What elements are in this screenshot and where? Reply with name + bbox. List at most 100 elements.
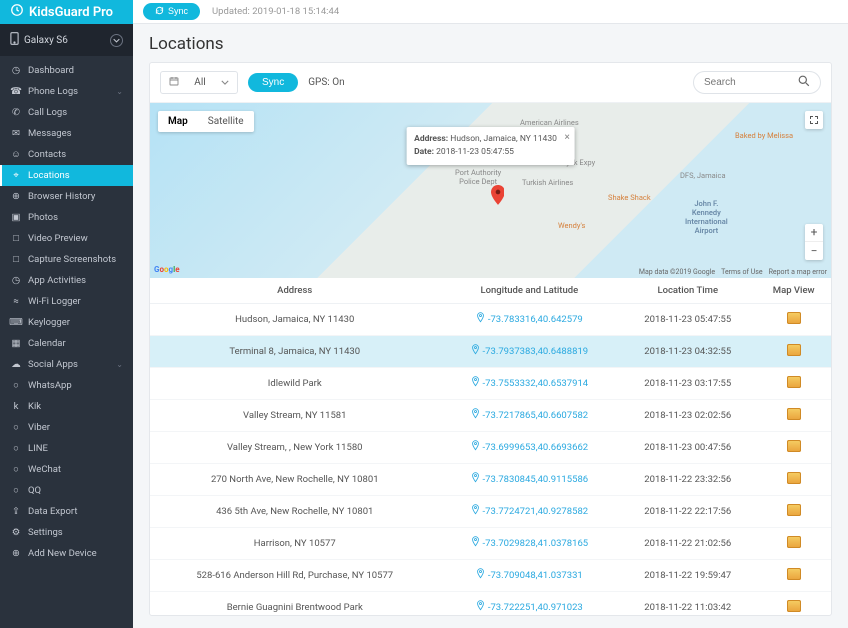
cell-coords: -73.783316,40.642579 xyxy=(439,303,619,335)
google-logo: Google xyxy=(154,265,180,274)
sidebar-item-add-new-device[interactable]: ⊕Add New Device xyxy=(0,543,133,564)
coord-link[interactable]: -73.7029828,41.0378165 xyxy=(471,536,589,550)
coord-link[interactable]: -73.783316,40.642579 xyxy=(476,312,583,326)
device-selector[interactable]: Galaxy S6 xyxy=(0,24,133,56)
sidebar-item-label: Photos xyxy=(28,212,58,223)
info-address-value: Hudson, Jamaica, NY 11430 xyxy=(450,134,557,144)
sidebar-item-label: Messages xyxy=(28,128,72,139)
map-view-icon[interactable] xyxy=(787,504,801,516)
sidebar-item-contacts[interactable]: ☺Contacts xyxy=(0,144,133,165)
sidebar-item-call-logs[interactable]: ✆Call Logs xyxy=(0,102,133,123)
coord-link[interactable]: -73.6999653,40.6693662 xyxy=(471,440,589,454)
coord-link[interactable]: -73.722251,40.971023 xyxy=(476,600,583,614)
sidebar-item-capture-screenshots[interactable]: □Capture Screenshots xyxy=(0,249,133,270)
brand: KidsGuard Pro xyxy=(0,0,133,24)
cell-address: Idlewild Park xyxy=(150,367,439,399)
message-icon: ✉ xyxy=(10,128,22,139)
sidebar-item-photos[interactable]: ▣Photos xyxy=(0,207,133,228)
brand-logo-icon xyxy=(10,3,24,21)
sidebar-item-calendar[interactable]: ▦Calendar xyxy=(0,333,133,354)
cell-coords: -73.7553332,40.6537914 xyxy=(439,367,619,399)
map-marker-icon[interactable] xyxy=(491,185,505,199)
zoom-out-button[interactable]: − xyxy=(805,242,823,260)
sidebar-item-app-activities[interactable]: ◷App Activities xyxy=(0,270,133,291)
sidebar-item-wifi-logger[interactable]: ≈Wi-Fi Logger xyxy=(0,291,133,312)
sidebar-item-whatsapp[interactable]: ○WhatsApp xyxy=(0,375,133,396)
cell-coords: -73.7217865,40.6607582 xyxy=(439,399,619,431)
table-row[interactable]: 436 5th Ave, New Rochelle, NY 10801-73.7… xyxy=(150,495,831,527)
cell-address: Bernie Guagnini Brentwood Park xyxy=(150,591,439,616)
sidebar-item-browser-history[interactable]: ⊕Browser History xyxy=(0,186,133,207)
col-time: Location Time xyxy=(619,278,756,304)
cell-address: Valley Stream, NY 11581 xyxy=(150,399,439,431)
sidebar-item-locations[interactable]: ⌖Locations xyxy=(0,165,133,186)
map-view-icon[interactable] xyxy=(787,312,801,324)
sidebar-item-social-apps[interactable]: ☁Social Apps⌄ xyxy=(0,354,133,375)
search-input[interactable] xyxy=(704,77,790,88)
sidebar-item-kik[interactable]: kKik xyxy=(0,396,133,417)
table-row[interactable]: Terminal 8, Jamaica, NY 11430-73.7937383… xyxy=(150,335,831,367)
map-view-icon[interactable] xyxy=(787,440,801,452)
sidebar-item-label: Data Export xyxy=(28,506,77,517)
table-row[interactable]: 528-616 Anderson Hill Rd, Purchase, NY 1… xyxy=(150,559,831,591)
sidebar-item-video-preview[interactable]: □Video Preview xyxy=(0,228,133,249)
chevron-down-icon: ⌄ xyxy=(116,87,123,96)
coord-link[interactable]: -73.7217865,40.6607582 xyxy=(471,408,589,422)
info-date-value: 2018-11-23 05:47:55 xyxy=(436,147,514,157)
map-view-icon[interactable] xyxy=(787,600,801,612)
col-address: Address xyxy=(150,278,439,304)
map-canvas[interactable]: Map Satellite + − American Airlines Van … xyxy=(150,103,831,278)
sidebar-item-keylogger[interactable]: ⌨Keylogger xyxy=(0,312,133,333)
table-row[interactable]: Valley Stream, , New York 11580-73.69996… xyxy=(150,431,831,463)
sidebar-item-settings[interactable]: ⚙Settings xyxy=(0,522,133,543)
table-row[interactable]: Harrison, NY 10577-73.7029828,41.0378165… xyxy=(150,527,831,559)
coord-link[interactable]: -73.7553332,40.6537914 xyxy=(471,376,589,390)
cell-mapview xyxy=(756,431,831,463)
map-view-icon[interactable] xyxy=(787,344,801,356)
table-row[interactable]: Hudson, Jamaica, NY 11430-73.783316,40.6… xyxy=(150,303,831,335)
sync-button-panel[interactable]: Sync xyxy=(248,73,298,92)
phone-icon: ☎ xyxy=(10,86,22,97)
date-filter[interactable]: All xyxy=(160,71,238,94)
line-icon: ○ xyxy=(10,443,22,454)
map-view-icon[interactable] xyxy=(787,408,801,420)
zoom-in-button[interactable]: + xyxy=(805,224,823,242)
sidebar: KidsGuard Pro Galaxy S6 ◷Dashboard☎Phone… xyxy=(0,0,133,628)
sidebar-item-label: Capture Screenshots xyxy=(28,254,116,265)
map-tab-satellite[interactable]: Satellite xyxy=(198,111,254,132)
sidebar-item-qq[interactable]: ○QQ xyxy=(0,480,133,501)
coord-link[interactable]: -73.7937383,40.6488819 xyxy=(471,344,589,358)
sidebar-item-label: Keylogger xyxy=(28,317,70,328)
fullscreen-button[interactable] xyxy=(805,111,823,129)
close-icon[interactable]: × xyxy=(565,130,570,145)
sidebar-item-messages[interactable]: ✉ Messages xyxy=(0,123,133,144)
map-view-icon[interactable] xyxy=(787,472,801,484)
col-coords: Longitude and Latitude xyxy=(439,278,619,304)
sidebar-item-data-export[interactable]: ⇪Data Export xyxy=(0,501,133,522)
table-row[interactable]: 270 North Ave, New Rochelle, NY 10801-73… xyxy=(150,463,831,495)
sidebar-item-phone-logs[interactable]: ☎Phone Logs⌄ xyxy=(0,81,133,102)
table-row[interactable]: Idlewild Park-73.7553332,40.65379142018-… xyxy=(150,367,831,399)
sidebar-item-dashboard[interactable]: ◷Dashboard xyxy=(0,60,133,81)
pin-icon xyxy=(471,440,480,454)
sidebar-item-label: QQ xyxy=(28,485,41,496)
table-row[interactable]: Valley Stream, NY 11581 -73.7217865,40.66… xyxy=(150,399,831,431)
map-view-icon[interactable] xyxy=(787,536,801,548)
map-tab-map[interactable]: Map xyxy=(158,111,198,132)
sidebar-item-line[interactable]: ○LINE xyxy=(0,438,133,459)
map-view-icon[interactable] xyxy=(787,568,801,580)
table-row[interactable]: Bernie Guagnini Brentwood Park -73.722251… xyxy=(150,591,831,616)
search-icon xyxy=(798,75,810,90)
map-view-icon[interactable] xyxy=(787,376,801,388)
sidebar-item-label: WhatsApp xyxy=(28,380,72,391)
sidebar-item-viber[interactable]: ○Viber xyxy=(0,417,133,438)
search-box[interactable] xyxy=(693,71,821,94)
chat-icon: ☁ xyxy=(10,359,22,370)
sidebar-item-label: Call Logs xyxy=(28,107,67,118)
coord-link[interactable]: -73.7724721,40.9278582 xyxy=(471,504,589,518)
sidebar-item-wechat[interactable]: ○WeChat xyxy=(0,459,133,480)
coord-link[interactable]: -73.709048,41.037331 xyxy=(476,568,583,582)
coord-link[interactable]: -73.7830845,40.9115586 xyxy=(471,472,589,486)
sync-button-top[interactable]: Sync xyxy=(143,3,200,20)
locations-table: Address Longitude and Latitude Location … xyxy=(150,278,831,616)
